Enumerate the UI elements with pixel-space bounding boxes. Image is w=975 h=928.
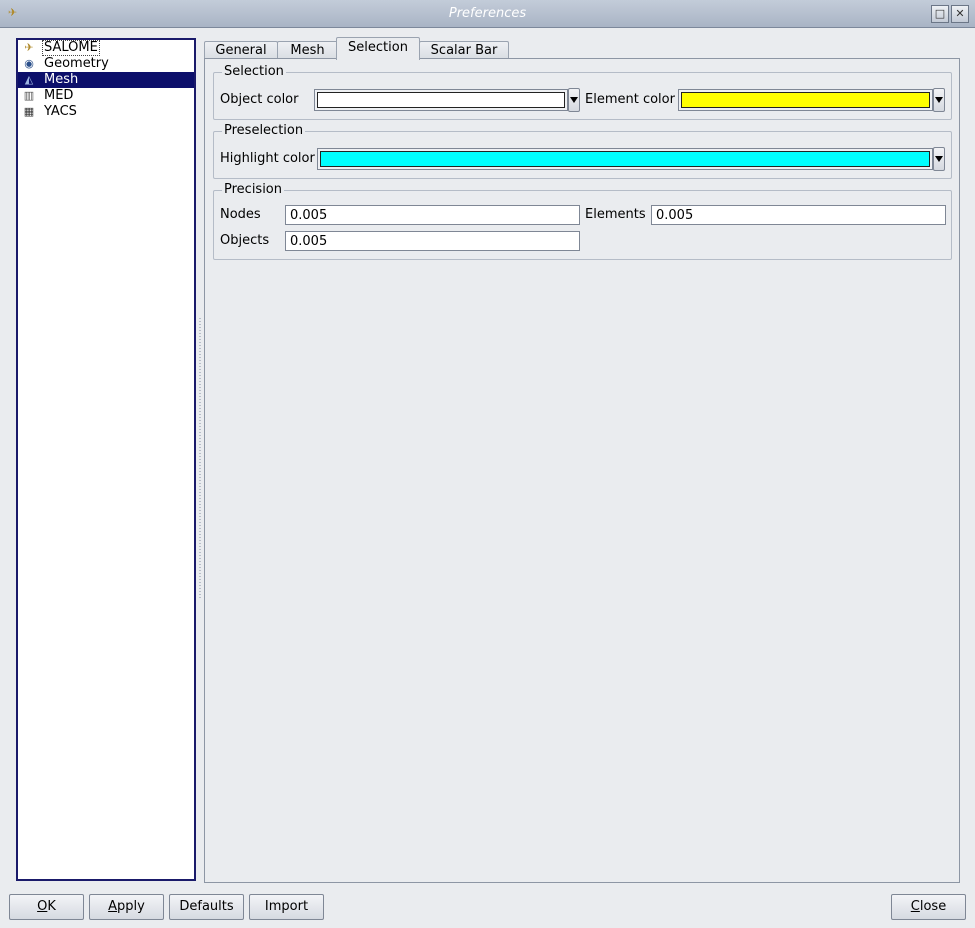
selection-group: Selection Object color Element color [213,64,952,120]
tab-scalar-bar[interactable]: Scalar Bar [419,41,509,59]
apply-mnemonic: A [108,899,118,914]
close-label-rest: lose [919,899,947,914]
splitter-handle[interactable] [199,318,201,598]
element-color-swatch [681,92,930,108]
salome-icon: ✈ [24,41,34,54]
window-title: Preferences [448,6,527,21]
highlight-color-swatch [320,151,930,167]
tree-item-label: Mesh [44,72,79,87]
module-tree[interactable]: ✈ SALOME ◉ Geometry ◭ Mesh ▥ MED ▦ YACS [16,38,196,881]
element-color-button[interactable] [678,89,933,111]
element-color-dropdown[interactable] [933,88,945,112]
tree-item-geometry[interactable]: ◉ Geometry [18,56,194,72]
tab-mesh[interactable]: Mesh [277,41,338,59]
nodes-label: Nodes [220,207,261,222]
geometry-icon: ◉ [24,57,34,70]
preselection-group: Preselection Highlight color [213,123,952,179]
close-button[interactable]: Close [891,894,966,920]
apply-label-rest: pply [117,899,145,914]
nodes-precision-input[interactable] [285,205,580,225]
tree-item-mesh[interactable]: ◭ Mesh [18,72,194,88]
elements-precision-input[interactable] [651,205,946,225]
close-window-button[interactable]: ✕ [951,5,969,23]
objects-precision-input[interactable] [285,231,580,251]
object-color-label: Object color [220,92,299,107]
tree-item-yacs[interactable]: ▦ YACS [18,104,194,120]
object-color-button[interactable] [314,89,568,111]
selection-tab-panel: Selection Object color Element color Pre… [204,58,960,883]
object-color-swatch [317,92,565,108]
defaults-button[interactable]: Defaults [169,894,244,920]
tree-item-label: YACS [44,104,77,119]
ok-button[interactable]: OK [9,894,84,920]
tree-item-med[interactable]: ▥ MED [18,88,194,104]
ok-label-rest: K [47,899,56,914]
close-mnemonic: C [910,899,920,914]
mesh-icon: ◭ [24,73,34,86]
maximize-button[interactable]: □ [931,5,949,23]
med-icon: ▥ [23,89,35,102]
tab-general[interactable]: General [204,41,278,59]
preselection-group-title: Preselection [222,123,306,138]
import-button[interactable]: Import [249,894,324,920]
apply-button[interactable]: Apply [89,894,164,920]
tree-item-salome[interactable]: ✈ SALOME [18,40,194,56]
highlight-color-label: Highlight color [220,151,315,166]
precision-group: Precision Nodes Elements Objects [213,182,952,260]
tree-item-label: MED [44,88,74,103]
elements-label: Elements [585,207,646,222]
element-color-label: Element color [585,92,675,107]
title-bar: ✈ Preferences □ ✕ [0,0,975,28]
tree-item-label: SALOME [42,40,100,56]
dialog-body: ✈ SALOME ◉ Geometry ◭ Mesh ▥ MED ▦ YACS … [2,28,973,926]
selection-group-title: Selection [222,64,286,79]
tree-item-label: Geometry [44,56,109,71]
highlight-color-dropdown[interactable] [933,147,945,171]
precision-group-title: Precision [222,182,285,197]
highlight-color-button[interactable] [317,148,933,170]
ok-mnemonic: O [37,899,48,914]
tab-selection[interactable]: Selection [336,37,420,60]
objects-label: Objects [220,233,270,248]
object-color-dropdown[interactable] [568,88,580,112]
yacs-icon: ▦ [23,105,35,118]
